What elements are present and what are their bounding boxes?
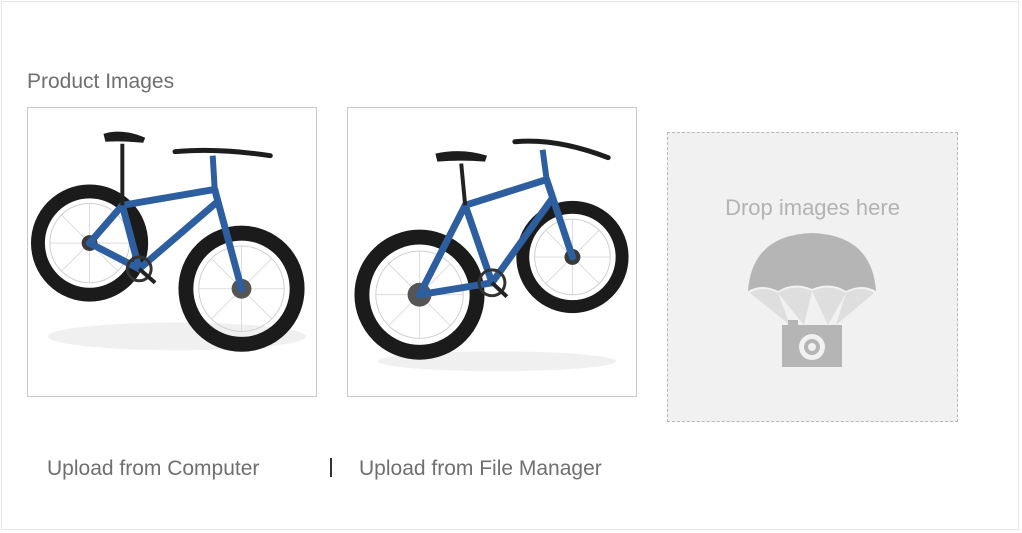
bike-image [30,131,307,352]
product-image-thumbnail[interactable] [347,107,637,397]
dropzone-label: Drop images here [725,195,900,220]
bike-image [354,138,629,372]
section-title: Product Images [27,70,175,93]
product-images-panel: Product Images Drop images here Upload f… [1,1,1019,530]
parachute-camera-icon [748,233,876,367]
upload-from-computer-link[interactable]: Upload from Computer [47,457,259,481]
image-dropzone[interactable]: Drop images here [667,132,958,422]
product-image-thumbnail[interactable] [27,107,317,397]
divider [330,458,332,477]
upload-from-file-manager-link[interactable]: Upload from File Manager [359,457,602,481]
